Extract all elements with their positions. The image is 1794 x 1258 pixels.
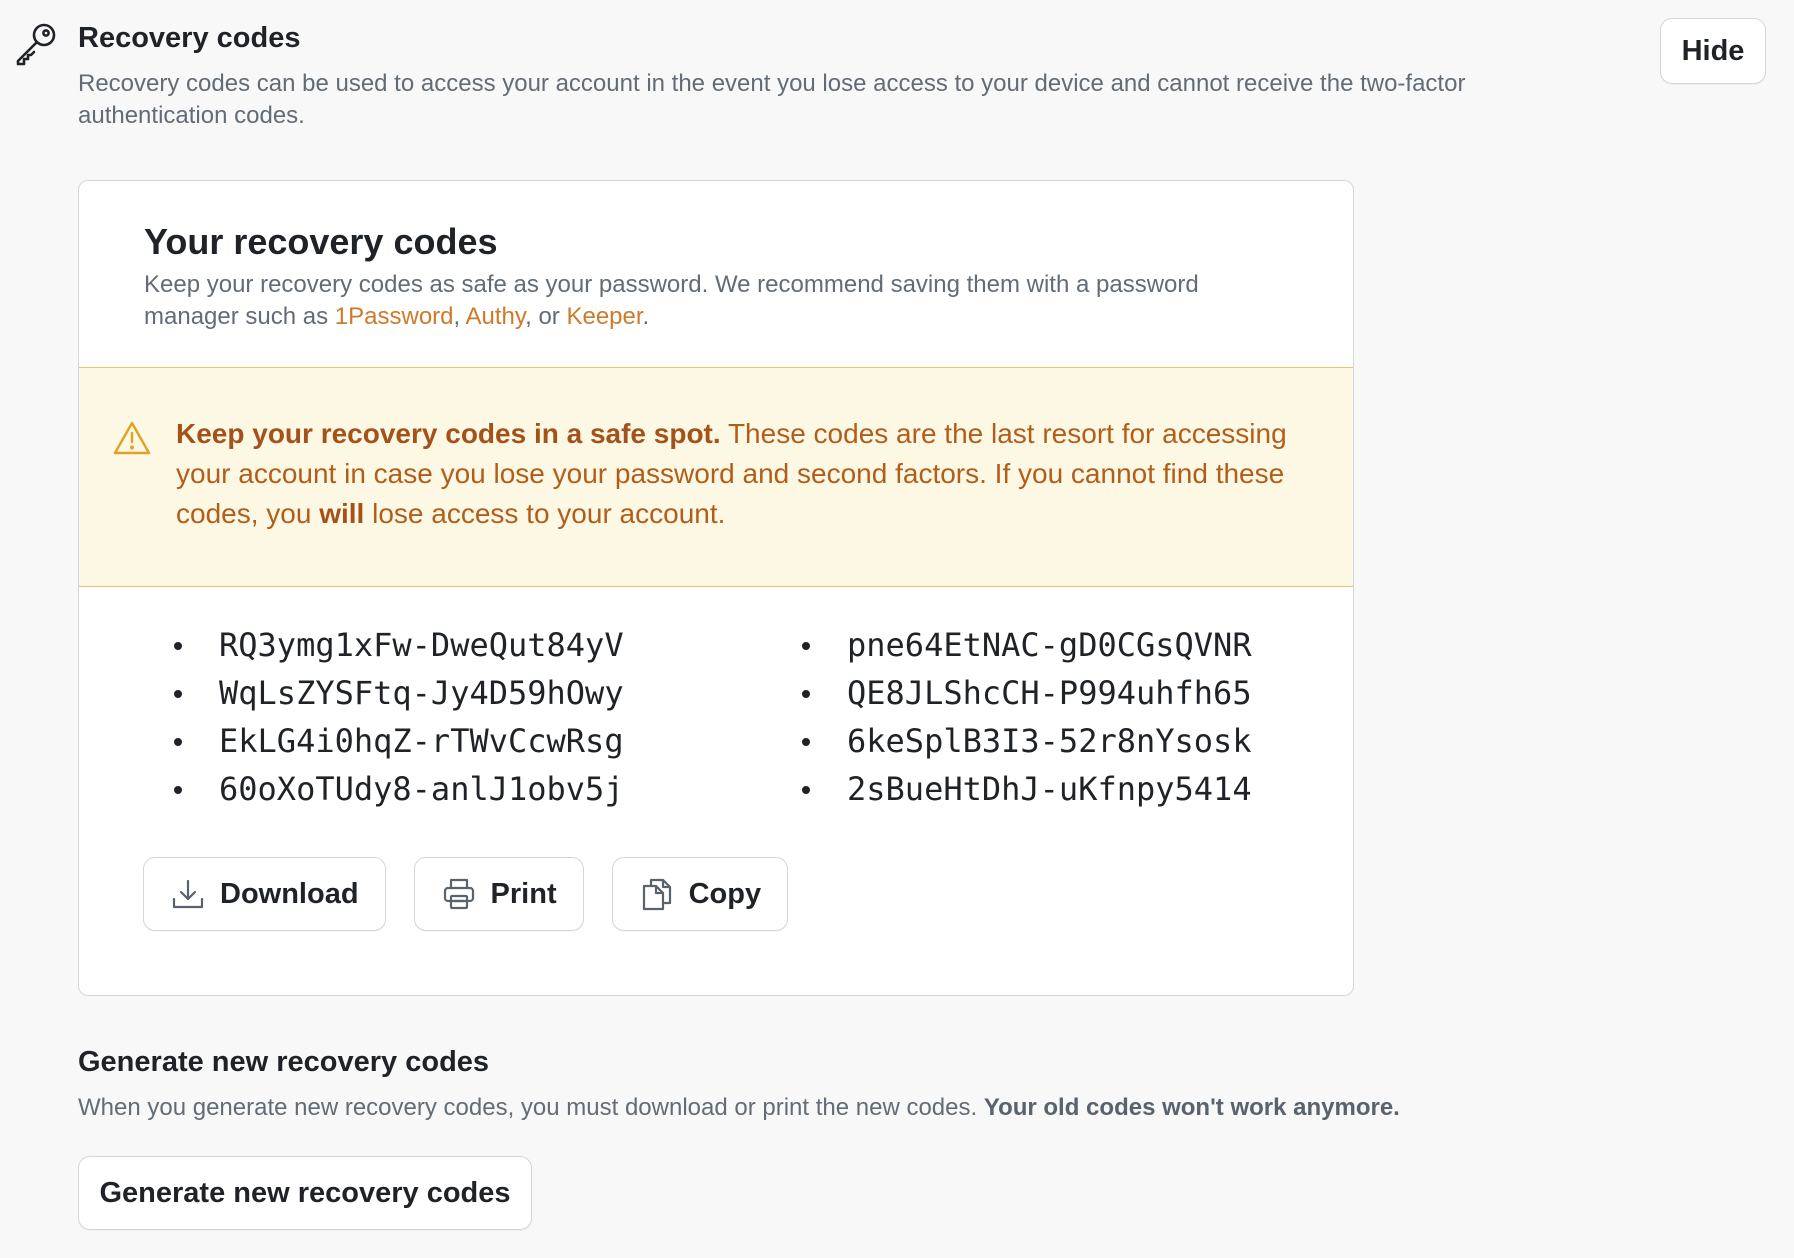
download-label: Download (220, 877, 359, 910)
download-icon (172, 879, 204, 909)
recovery-codes-card: Your recovery codes Keep your recovery c… (78, 180, 1354, 996)
warning-banner: Keep your recovery codes in a safe spot.… (79, 367, 1353, 587)
recovery-code: WqLsZYSFtq-Jy4D59hOwy (174, 669, 624, 717)
link-separator: , (453, 303, 466, 330)
recovery-code: pne64EtNAC-gD0CGsQVNR (802, 621, 1252, 669)
recovery-code: RQ3ymg1xFw-DweQut84yV (174, 621, 624, 669)
hide-button[interactable]: Hide (1660, 18, 1766, 84)
warning-heading: Keep your recovery codes in a safe spot. (176, 418, 721, 449)
generate-description: When you generate new recovery codes, yo… (78, 1092, 1638, 1124)
section-description: Recovery codes can be used to access you… (78, 70, 1466, 129)
recovery-code: 6keSplB3I3-52r8nYsosk (802, 717, 1252, 765)
warning-emphasis: will (319, 498, 365, 529)
copy-label: Copy (688, 877, 762, 910)
recovery-codes-page: Recovery codes Recovery codes can be use… (0, 0, 1794, 1258)
codes-column-left: RQ3ymg1xFw-DweQut84yV WqLsZYSFtq-Jy4D59h… (174, 621, 624, 813)
copy-button[interactable]: Copy (611, 857, 789, 931)
generate-codes-button[interactable]: Generate new recovery codes (78, 1156, 532, 1230)
card-description-end: . (642, 303, 650, 330)
generate-description-warning: Your old codes won't work anymore. (983, 1094, 1400, 1121)
card-description-text: Keep your recovery codes as safe as your… (144, 271, 1199, 330)
printer-icon (443, 878, 474, 910)
key-icon (16, 23, 56, 66)
link-keeper[interactable]: Keeper (566, 303, 642, 330)
link-1password[interactable]: 1Password (335, 303, 454, 330)
copy-icon (642, 878, 671, 911)
generate-title: Generate new recovery codes (78, 1046, 490, 1078)
recovery-code: 60oXoTUdy8-anlJ1obv5j (174, 765, 624, 813)
warning-body-end: lose access to your account. (364, 498, 726, 529)
download-button[interactable]: Download (143, 857, 386, 931)
print-button[interactable]: Print (413, 857, 584, 931)
generate-description-text: When you generate new recovery codes, yo… (78, 1094, 984, 1121)
recovery-code: 2sBueHtDhJ-uKfnpy5414 (802, 765, 1252, 813)
card-description: Keep your recovery codes as safe as your… (144, 269, 1294, 333)
section-title: Recovery codes (78, 22, 301, 54)
recovery-code: QE8JLShcCH-P994uhfh65 (802, 669, 1252, 717)
print-label: Print (490, 877, 557, 910)
codes-column-right: pne64EtNAC-gD0CGsQVNR QE8JLShcCH-P994uhf… (802, 621, 1252, 813)
warning-text: Keep your recovery codes in a safe spot.… (176, 414, 1296, 534)
link-separator: , or (525, 303, 567, 330)
code-actions: Download Print Copy (143, 857, 789, 931)
card-title: Your recovery codes (144, 221, 498, 262)
link-authy[interactable]: Authy (466, 303, 526, 330)
recovery-code: EkLG4i0hqZ-rTWvCcwRsg (174, 717, 624, 765)
alert-triangle-icon (113, 421, 151, 455)
